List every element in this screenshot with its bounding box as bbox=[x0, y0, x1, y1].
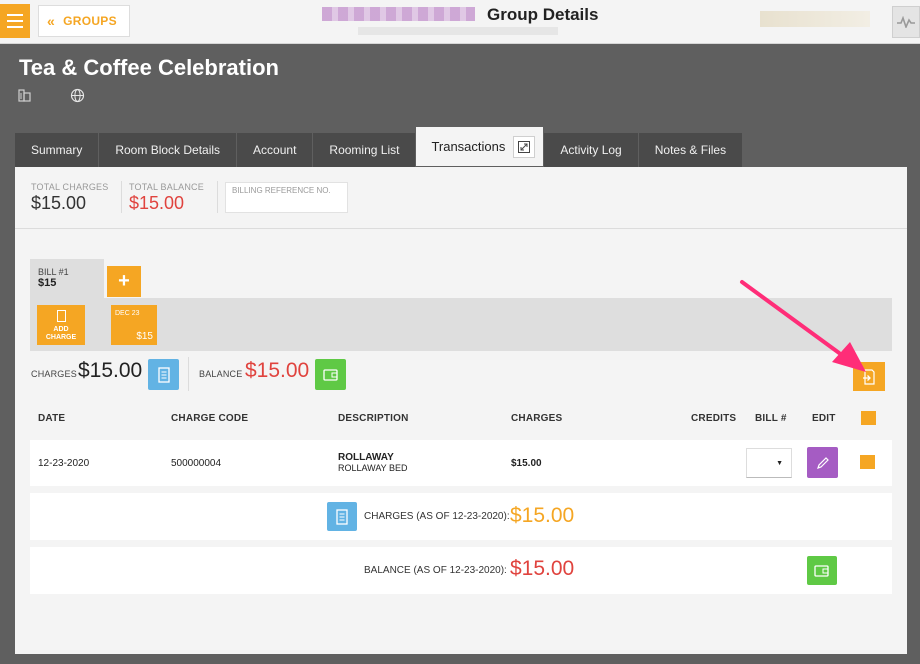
wallet-button[interactable] bbox=[807, 556, 837, 585]
add-charge-label-line2: CHARGE bbox=[45, 334, 77, 341]
tab-bar: Summary Room Block Details Account Roomi… bbox=[15, 127, 743, 167]
balance-value: $15.00 bbox=[245, 359, 310, 382]
charges-label: CHARGES bbox=[31, 369, 77, 379]
balance-as-of-value: $15.00 bbox=[510, 557, 575, 580]
charge-date: DEC 23 bbox=[115, 310, 140, 317]
bill-amount: $15 bbox=[38, 277, 57, 289]
wallet-icon bbox=[814, 565, 829, 577]
row-description-sub: ROLLAWAY BED bbox=[338, 463, 408, 473]
balance-label: BALANCE bbox=[199, 369, 243, 379]
balance-total-row: BALANCE (AS OF 12-23-2020): $15.00 bbox=[30, 547, 892, 594]
tab-transactions-label: Transactions bbox=[431, 139, 506, 154]
redacted-user-info bbox=[760, 11, 870, 27]
transactions-panel: TOTAL CHARGES $15.00 TOTAL BALANCE $15.0… bbox=[15, 167, 907, 654]
summary-row: TOTAL CHARGES $15.00 TOTAL BALANCE $15.0… bbox=[15, 167, 907, 229]
add-charge-label-line1: ADD bbox=[53, 326, 69, 333]
receipt-button[interactable] bbox=[327, 502, 357, 531]
page-title: Group Details bbox=[487, 5, 599, 24]
table-row: 12-23-2020 500000004 ROLLAWAY ROLLAWAY B… bbox=[30, 440, 892, 486]
divider bbox=[217, 181, 218, 213]
menu-icon-line bbox=[7, 14, 23, 16]
chevron-down-icon: ▼ bbox=[776, 459, 783, 467]
column-header-charge-code: CHARGE CODE bbox=[171, 413, 249, 424]
total-charges-label: TOTAL CHARGES bbox=[31, 182, 109, 192]
annotation-arrow bbox=[740, 280, 866, 372]
double-chevron-left-icon: « bbox=[47, 13, 56, 29]
charges-value: $15.00 bbox=[78, 359, 143, 382]
column-header-edit: EDIT bbox=[812, 413, 836, 424]
column-header-bill: BILL # bbox=[755, 413, 787, 424]
top-bar: « GROUPS Group Details bbox=[0, 0, 920, 44]
wallet-icon bbox=[322, 369, 338, 381]
tab-summary[interactable]: Summary bbox=[15, 133, 99, 167]
row-date: 12-23-2020 bbox=[38, 458, 90, 469]
billing-reference-field[interactable]: BILLING REFERENCE NO. bbox=[225, 182, 348, 213]
tab-transactions[interactable]: Transactions bbox=[416, 127, 544, 166]
pulse-icon bbox=[897, 16, 915, 28]
balance-as-of-label: BALANCE (AS OF 12-23-2020): bbox=[364, 565, 507, 576]
pencil-icon bbox=[816, 456, 829, 469]
edit-button[interactable] bbox=[807, 447, 838, 478]
redacted-subtitle bbox=[358, 27, 558, 35]
activity-pulse-button[interactable] bbox=[892, 6, 920, 38]
bill-number-select[interactable]: ▼ bbox=[746, 448, 792, 478]
column-header-credits: CREDITS bbox=[691, 413, 737, 424]
column-header-date: DATE bbox=[38, 413, 66, 424]
bill-number-label: BILL #1 bbox=[38, 267, 69, 277]
total-balance-label: TOTAL BALANCE bbox=[129, 182, 204, 192]
row-checkbox[interactable] bbox=[860, 455, 875, 469]
charge-date-amount: $15 bbox=[136, 331, 153, 342]
row-charges: $15.00 bbox=[511, 458, 542, 469]
receipt-button[interactable] bbox=[148, 359, 179, 390]
total-charges: TOTAL CHARGES $15.00 bbox=[31, 182, 108, 214]
expand-icon[interactable] bbox=[513, 135, 536, 158]
tab-rooming-list[interactable]: Rooming List bbox=[313, 133, 416, 167]
receipt-icon bbox=[157, 366, 170, 383]
total-charges-value: $15.00 bbox=[31, 193, 87, 213]
menu-icon-line bbox=[7, 26, 23, 28]
charges-total-row: CHARGES (AS OF 12-23-2020): $15.00 bbox=[30, 493, 892, 540]
divider bbox=[188, 357, 189, 391]
document-icon bbox=[56, 310, 66, 322]
total-balance: TOTAL BALANCE $15.00 bbox=[129, 182, 204, 214]
total-balance-value: $15.00 bbox=[129, 193, 185, 213]
building-icon[interactable] bbox=[18, 88, 32, 107]
group-name: Tea & Coffee Celebration bbox=[19, 55, 279, 80]
globe-icon[interactable] bbox=[70, 88, 85, 108]
select-all-checkbox[interactable] bbox=[861, 411, 876, 425]
charges-as-of-label: CHARGES (AS OF 12-23-2020): bbox=[364, 511, 510, 522]
groups-back-label: GROUPS bbox=[63, 14, 117, 28]
charges-as-of-value: $15.00 bbox=[510, 504, 575, 527]
row-description-title: ROLLAWAY bbox=[338, 452, 394, 463]
add-charge-button[interactable]: ADD CHARGE bbox=[37, 305, 85, 345]
row-charge-code: 500000004 bbox=[171, 458, 222, 469]
add-bill-button[interactable]: + bbox=[107, 266, 141, 297]
divider bbox=[121, 181, 122, 213]
column-header-description: DESCRIPTION bbox=[338, 413, 409, 424]
column-header-charges: CHARGES bbox=[511, 413, 563, 424]
groups-back-button[interactable]: « GROUPS bbox=[38, 5, 130, 37]
charge-date-tile[interactable]: DEC 23 $15 bbox=[111, 305, 157, 345]
hamburger-menu-button[interactable] bbox=[0, 4, 30, 38]
tab-activity-log[interactable]: Activity Log bbox=[544, 133, 638, 167]
tab-room-block-details[interactable]: Room Block Details bbox=[99, 133, 237, 167]
wallet-button[interactable] bbox=[315, 359, 346, 390]
menu-icon-line bbox=[7, 20, 23, 22]
tab-account[interactable]: Account bbox=[237, 133, 313, 167]
redacted-property-name bbox=[322, 7, 475, 21]
bill-tab-1[interactable]: BILL #1 $15 bbox=[30, 259, 104, 299]
billing-reference-label: BILLING REFERENCE NO. bbox=[232, 186, 331, 195]
tab-notes-files[interactable]: Notes & Files bbox=[638, 133, 743, 167]
receipt-icon bbox=[336, 508, 348, 525]
